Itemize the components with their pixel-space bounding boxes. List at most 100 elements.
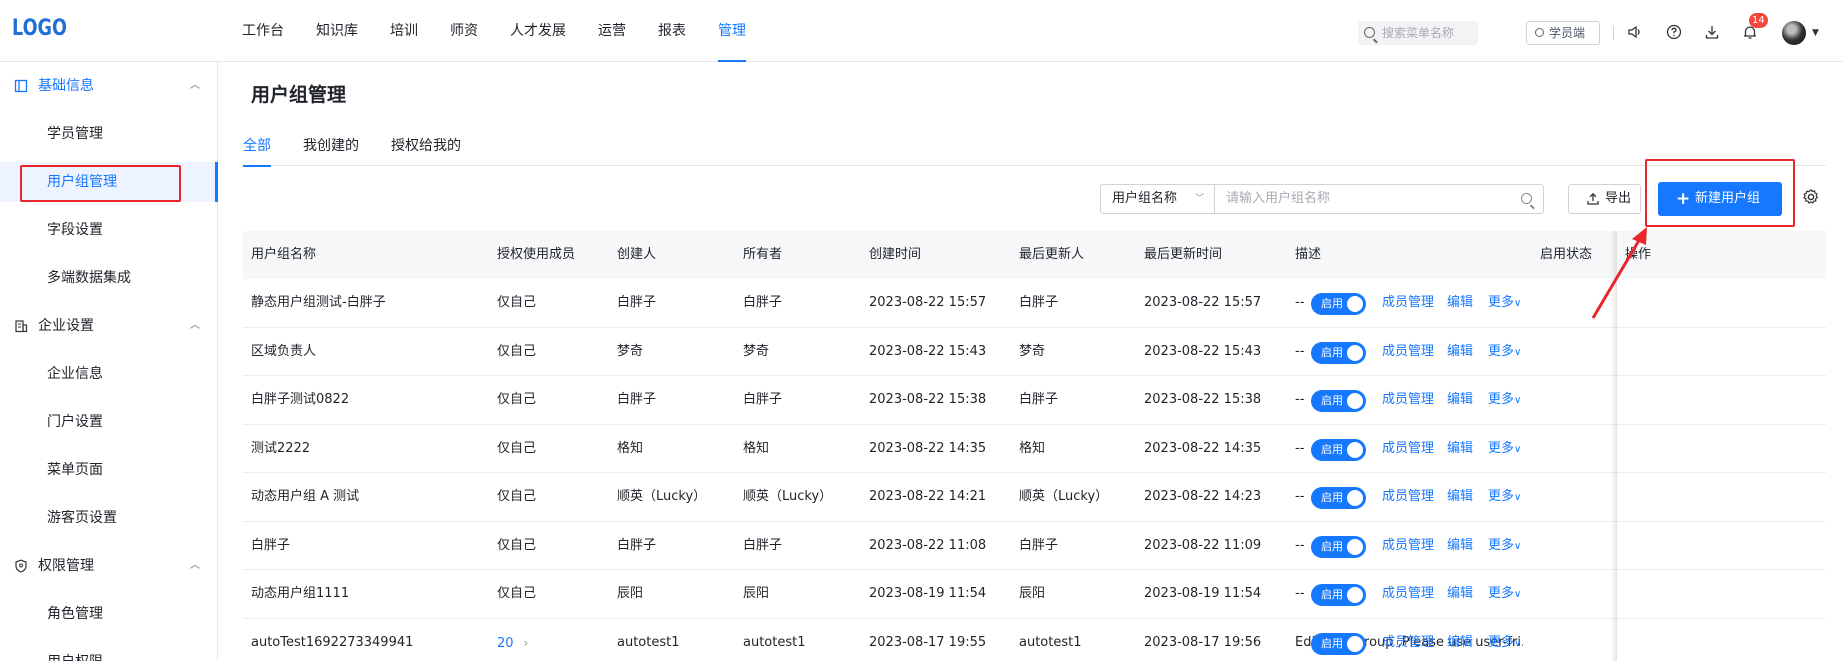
more-link-label: 更多 — [1488, 440, 1515, 456]
filter-field-select[interactable]: 用户组名称 ﹀ — [1100, 184, 1214, 214]
member-manage-link-label: 成员管理 — [1382, 440, 1435, 456]
member-count-link[interactable]: 20 — [497, 636, 514, 651]
download-icon[interactable] — [1704, 24, 1720, 40]
table-row: 白胖子 仅自己 白胖子 白胖子 2023-08-22 11:08 白胖子 2023-08-2… — [243, 522, 1826, 570]
sidebar-group-basic-info[interactable]: 基础信息 ︿ — [0, 62, 218, 110]
more-link[interactable]: 更多∨ — [1488, 328, 1521, 376]
more-link-label: 更多 — [1488, 295, 1515, 310]
more-link-label: 更多 — [1488, 489, 1515, 504]
cell-name: 动态用户组 A 测试 — [251, 489, 360, 504]
cell-created: 2023-08-22 15:38 — [869, 392, 987, 407]
nav-operations[interactable]: 运营 — [598, 0, 626, 62]
edit-link[interactable]: 编辑 — [1447, 376, 1473, 424]
status-toggle[interactable]: 启用 — [1311, 293, 1366, 315]
member-manage-link[interactable]: 成员管理 — [1382, 279, 1434, 327]
edit-link[interactable]: 编辑 — [1447, 328, 1473, 376]
cell-owner: autotest1 — [743, 634, 806, 650]
table-row: 动态用户组1111 仅自己 辰阳 辰阳 2023-08-19 11:54 辰阳 2023-0… — [243, 570, 1826, 619]
chevron-right-icon[interactable]: › — [524, 619, 529, 661]
gear-icon[interactable] — [1801, 188, 1821, 208]
menu-search-input[interactable]: 搜索菜单名称 — [1358, 21, 1478, 45]
caret-down-icon[interactable]: ▼ — [1812, 28, 1819, 38]
nav-manage[interactable]: 管理 — [718, 0, 746, 62]
sidebar-item-fields[interactable]: 字段设置 — [0, 210, 218, 250]
filter-field-value: 用户组名称 — [1112, 191, 1178, 206]
chevron-up-icon: ︿ — [190, 80, 200, 91]
nav-knowledge[interactable]: 知识库 — [316, 0, 358, 62]
logo[interactable]: LOGO — [12, 16, 67, 41]
cell-owner: 白胖子 — [743, 392, 783, 407]
sidebar-item-data-integration[interactable]: 多端数据集成 — [0, 258, 218, 298]
tab-created-by-me[interactable]: 我创建的 — [303, 126, 359, 166]
cell-owner: 辰阳 — [743, 586, 770, 601]
nav-workbench[interactable]: 工作台 — [242, 0, 284, 62]
member-manage-link[interactable]: 成员管理 — [1382, 619, 1434, 661]
nav-talent[interactable]: 人才发展 — [510, 0, 566, 62]
new-user-group-button[interactable]: + 新建用户组 — [1658, 182, 1782, 216]
member-manage-link[interactable]: 成员管理 — [1382, 328, 1434, 376]
status-toggle[interactable]: 启用 — [1311, 487, 1366, 509]
edit-link[interactable]: 编辑 — [1447, 425, 1473, 473]
nav-reports[interactable]: 报表 — [658, 0, 686, 62]
sidebar-item-portal[interactable]: 门户设置 — [0, 402, 218, 442]
nav-teachers[interactable]: 师资 — [450, 0, 478, 62]
chevron-down-icon: ∨ — [1514, 589, 1522, 600]
edit-link[interactable]: 编辑 — [1447, 570, 1473, 618]
cell-owner: 白胖子 — [743, 295, 783, 310]
cell-creator: 顺英（Lucky） — [617, 489, 707, 504]
member-manage-link[interactable]: 成员管理 — [1382, 425, 1434, 473]
member-manage-link[interactable]: 成员管理 — [1382, 473, 1434, 521]
more-link[interactable]: 更多∨ — [1488, 279, 1521, 327]
cell-owner: 梦奇 — [743, 343, 770, 359]
status-toggle[interactable]: 启用 — [1311, 632, 1366, 655]
chevron-up-icon: ︿ — [190, 560, 200, 571]
search-icon[interactable] — [1521, 193, 1532, 204]
cell-name: autoTest1692273349941 — [251, 634, 414, 650]
group-name-search-input[interactable]: 请输入用户组名称 — [1214, 184, 1544, 214]
member-manage-link[interactable]: 成员管理 — [1382, 570, 1434, 618]
sidebar-item-user-permissions[interactable]: 用户权限 — [0, 642, 218, 661]
avatar[interactable] — [1782, 21, 1806, 45]
more-link[interactable]: 更多∨ — [1488, 376, 1521, 424]
cell-creator: 白胖子 — [617, 392, 657, 407]
sidebar-item-user-groups[interactable]: 用户组管理 — [0, 162, 218, 202]
status-toggle[interactable]: 启用 — [1311, 535, 1366, 558]
edit-link[interactable]: 编辑 — [1447, 279, 1473, 327]
help-icon[interactable] — [1666, 24, 1682, 40]
sidebar-item-guest-page[interactable]: 游客页设置 — [0, 498, 218, 538]
more-link[interactable]: 更多∨ — [1488, 619, 1521, 661]
sidebar-group-enterprise[interactable]: 企业设置 ︿ — [0, 302, 218, 350]
cell-owner: 白胖子 — [743, 537, 783, 553]
sidebar-item-roles[interactable]: 角色管理 — [0, 594, 218, 634]
table-row: 静态用户组测试-白胖子 仅自己 白胖子 白胖子 2023-08-22 15:57 白胖子 2… — [243, 279, 1826, 328]
cell-owner: 顺英（Lucky） — [743, 489, 833, 504]
speaker-icon[interactable] — [1627, 24, 1643, 40]
more-link[interactable]: 更多∨ — [1488, 570, 1521, 618]
more-link[interactable]: 更多∨ — [1488, 522, 1521, 570]
status-toggle[interactable]: 启用 — [1311, 438, 1366, 461]
more-link[interactable]: 更多∨ — [1488, 473, 1521, 521]
member-manage-link[interactable]: 成员管理 — [1382, 522, 1434, 570]
edit-link-label: 编辑 — [1447, 295, 1474, 310]
edit-link[interactable]: 编辑 — [1447, 522, 1473, 570]
edit-link[interactable]: 编辑 — [1447, 473, 1473, 521]
more-link[interactable]: 更多∨ — [1488, 425, 1521, 473]
sidebar-item-students[interactable]: 学员管理 — [0, 114, 218, 154]
member-manage-link[interactable]: 成员管理 — [1382, 376, 1434, 424]
sidebar-group-permissions[interactable]: 权限管理 ︿ — [0, 542, 218, 590]
sidebar-group-label: 企业设置 — [38, 318, 94, 334]
col-updater: 最后更新人 — [1019, 247, 1085, 262]
status-toggle[interactable]: 启用 — [1311, 584, 1366, 606]
status-toggle[interactable]: 启用 — [1311, 390, 1366, 412]
export-button[interactable]: 导出 — [1568, 184, 1641, 214]
sidebar-item-menu-pages[interactable]: 菜单页面 — [0, 450, 218, 490]
tab-all[interactable]: 全部 — [243, 126, 271, 167]
cell-auth[interactable]: 20 › — [497, 619, 607, 661]
student-portal-button[interactable]: 学员端 — [1526, 21, 1600, 45]
status-toggle[interactable]: 启用 — [1311, 341, 1366, 364]
nav-training[interactable]: 培训 — [390, 0, 418, 62]
cell-updated: 2023-08-17 19:56 — [1144, 634, 1262, 650]
sidebar-item-enterprise-info[interactable]: 企业信息 — [0, 354, 218, 394]
tab-shared-with-me[interactable]: 授权给我的 — [391, 126, 461, 166]
edit-link[interactable]: 编辑 — [1447, 619, 1473, 661]
